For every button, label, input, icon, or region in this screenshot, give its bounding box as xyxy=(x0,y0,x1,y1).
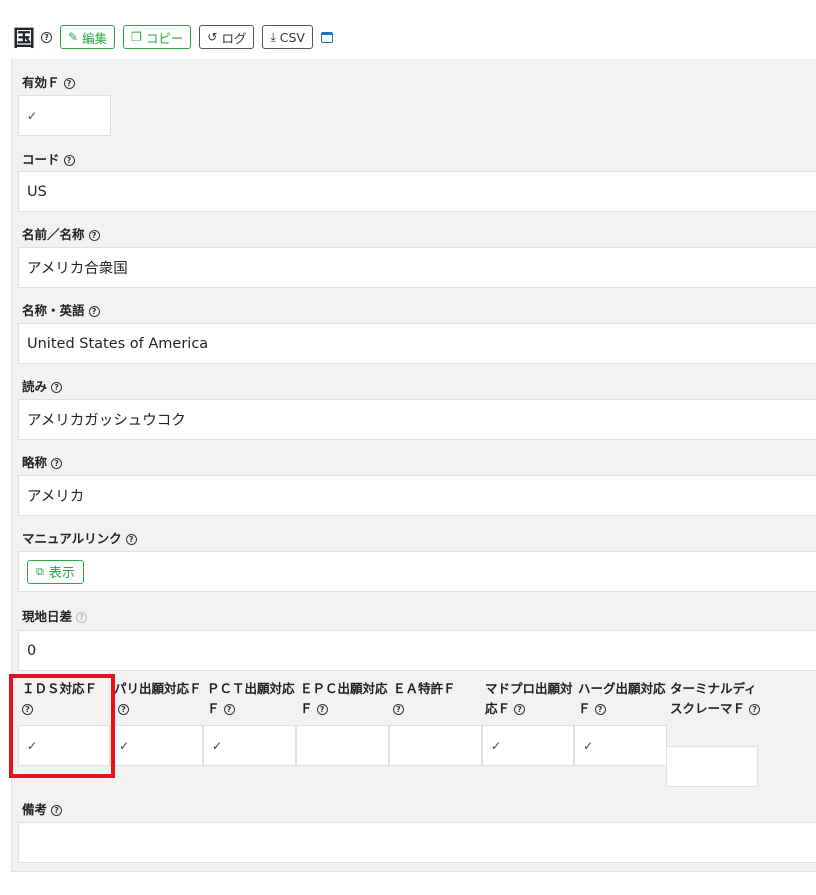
external-link-icon: ⧉ xyxy=(36,564,44,578)
flag-value-terminal xyxy=(666,746,758,787)
check-icon: ✓ xyxy=(583,738,594,753)
valid-flag-value: ✓ xyxy=(18,95,111,136)
short-name-label: 略称? xyxy=(22,452,63,471)
page-header: 国 ? ✎ 編集 ❐ コピー ↺ ログ ⤓ CSV xyxy=(13,22,333,52)
code-label: コード? xyxy=(22,149,75,168)
flag-label-terminal: ターミナルディスクレーマＦ? xyxy=(670,679,762,719)
edit-button-label: 編集 xyxy=(82,30,108,46)
help-icon[interactable]: ? xyxy=(118,704,129,715)
download-icon: ⤓ xyxy=(270,29,276,44)
help-icon[interactable]: ? xyxy=(316,704,328,715)
flag-label-epc: ＥＰＣ出願対応Ｆ? xyxy=(300,681,388,716)
flag-label-hague: ハーグ出願対応Ｆ? xyxy=(578,681,666,716)
help-icon[interactable]: ? xyxy=(223,704,235,715)
flag-value-hague: ✓ xyxy=(574,725,667,766)
help-icon[interactable]: ? xyxy=(63,155,75,166)
log-button[interactable]: ↺ ログ xyxy=(199,25,255,49)
name-value: アメリカ合衆国 xyxy=(18,247,816,288)
flag-value-paris: ✓ xyxy=(110,725,203,766)
manual-link-field: ⧉ 表示 xyxy=(18,551,816,592)
help-icon[interactable]: ? xyxy=(594,704,606,715)
edit-button[interactable]: ✎ 編集 xyxy=(60,25,116,49)
csv-button[interactable]: ⤓ CSV xyxy=(262,25,313,49)
check-icon: ✓ xyxy=(27,108,38,123)
help-icon[interactable]: ? xyxy=(76,612,88,623)
help-icon[interactable]: ? xyxy=(41,31,53,43)
detail-panel: 有効Ｆ? ✓ コード? US 名前／名称? アメリカ合衆国 名称・英語? Uni… xyxy=(11,59,816,872)
name-en-label: 名称・英語? xyxy=(22,300,100,319)
history-icon: ↺ xyxy=(207,30,218,44)
flag-label-madrid: マドプロ出願対応Ｆ? xyxy=(485,681,573,716)
help-icon[interactable]: ? xyxy=(125,534,137,545)
reading-label: 読み? xyxy=(22,376,63,395)
remarks-value xyxy=(18,822,816,863)
flag-value-ea xyxy=(389,725,482,766)
show-link-label: 表示 xyxy=(48,566,75,581)
help-icon[interactable]: ? xyxy=(51,458,63,469)
copy-button-label: コピー xyxy=(145,30,184,46)
manual-link-label: マニュアルリンク? xyxy=(22,528,137,547)
show-link-button[interactable]: ⧉ 表示 xyxy=(27,559,84,584)
valid-flag-label: 有効Ｆ? xyxy=(22,72,75,91)
copy-icon: ❐ xyxy=(131,30,142,44)
flag-label-pct: ＰＣＴ出願対応Ｆ? xyxy=(207,681,295,716)
help-icon[interactable]: ? xyxy=(51,805,63,816)
name-label: 名前／名称? xyxy=(22,224,100,243)
help-icon[interactable]: ? xyxy=(63,78,75,89)
help-icon[interactable]: ? xyxy=(393,704,404,715)
short-name-value: アメリカ xyxy=(18,475,816,516)
check-icon: ✓ xyxy=(119,738,130,753)
flag-value-epc xyxy=(296,725,389,766)
help-icon[interactable]: ? xyxy=(88,306,100,317)
log-button-label: ログ xyxy=(221,30,247,46)
edit-icon: ✎ xyxy=(68,30,79,44)
flag-label-paris: パリ出願対応Ｆ? xyxy=(114,681,202,715)
check-icon: ✓ xyxy=(491,738,502,753)
time-diff-value: 0 xyxy=(18,630,816,671)
highlight-box xyxy=(9,674,115,778)
name-en-value: United States of America xyxy=(18,323,816,364)
flag-value-madrid: ✓ xyxy=(482,725,574,766)
help-icon[interactable]: ? xyxy=(749,704,761,715)
reading-value: アメリカガッシュウコク xyxy=(18,399,816,440)
flag-label-ea: ＥＡ特許Ｆ? xyxy=(393,681,456,715)
page-title: 国 xyxy=(13,26,36,52)
remarks-label: 備考? xyxy=(22,799,63,818)
help-icon[interactable]: ? xyxy=(51,382,63,393)
check-icon: ✓ xyxy=(212,738,223,753)
help-icon[interactable]: ? xyxy=(514,704,526,715)
help-icon[interactable]: ? xyxy=(88,230,100,241)
copy-button[interactable]: ❐ コピー xyxy=(123,25,192,49)
csv-button-label: CSV xyxy=(279,29,305,45)
calendar-icon[interactable] xyxy=(320,31,333,43)
flag-value-pct: ✓ xyxy=(203,725,296,766)
code-value: US xyxy=(18,171,816,212)
time-diff-label: 現地日差? xyxy=(22,606,88,625)
